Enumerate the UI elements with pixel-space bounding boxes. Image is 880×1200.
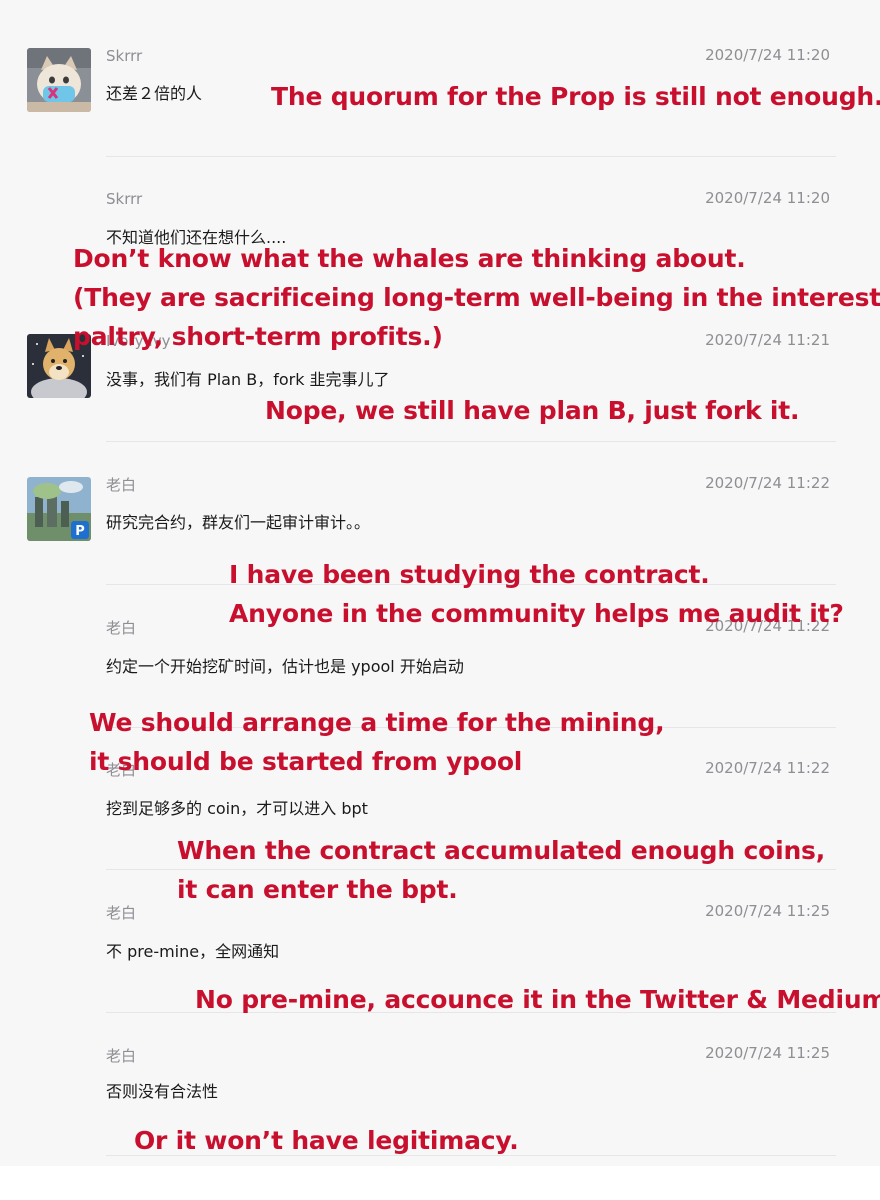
message-timestamp: 2020/7/24 11:25 — [705, 1044, 830, 1062]
message-divider — [106, 156, 836, 157]
message-text: 不 pre-mine，全网通知 — [106, 942, 280, 961]
message-divider — [106, 441, 836, 442]
message-text: 否则没有合法性 — [106, 1082, 219, 1101]
bottom-strip — [0, 1166, 880, 1200]
laobai-avatar[interactable]: P — [27, 477, 91, 541]
svg-text:P: P — [75, 524, 85, 539]
translation-annotation: Or it won’t have legitimacy. — [134, 1126, 519, 1155]
message-timestamp: 2020/7/24 11:22 — [705, 474, 830, 492]
translation-annotation: I have been studying the contract. Anyon… — [229, 560, 844, 628]
sender-name[interactable]: Skrrr — [106, 47, 142, 65]
translation-annotation: No pre-mine, accounce it in the Twitter … — [195, 985, 880, 1014]
message-timestamp: 2020/7/24 11:20 — [705, 189, 830, 207]
cat-avatar[interactable] — [27, 48, 91, 112]
translation-annotation: Don’t know what the whales are thinking … — [73, 244, 880, 351]
translation-annotation: When the contract accumulated enough coi… — [177, 836, 826, 904]
translation-annotation: Nope, we still have plan B, just fork it… — [265, 396, 800, 425]
message-text: 还差２倍的人 — [106, 84, 203, 103]
sender-name[interactable]: 老白 — [106, 902, 136, 923]
message-timestamp: 2020/7/24 11:20 — [705, 46, 830, 64]
message-text: 研究完合约，群友们一起审计审计。。 — [106, 513, 371, 532]
translation-annotation: We should arrange a time for the mining,… — [89, 708, 665, 776]
sender-name[interactable]: 老白 — [106, 474, 136, 495]
message-text: 没事，我们有 Plan B，fork 韭完事儿了 — [106, 370, 390, 389]
message-text: 挖到足够多的 coin，才可以进入 bpt — [106, 799, 368, 818]
sender-name[interactable]: 老白 — [106, 1045, 136, 1066]
message-text: 约定一个开始挖矿时间，估计也是 ypool 开始启动 — [106, 657, 464, 676]
message-timestamp: 2020/7/24 11:22 — [705, 759, 830, 777]
sender-name[interactable]: Skrrr — [106, 190, 142, 208]
sender-name[interactable]: 老白 — [106, 617, 136, 638]
translation-annotation: The quorum for the Prop is still not eno… — [271, 82, 880, 111]
